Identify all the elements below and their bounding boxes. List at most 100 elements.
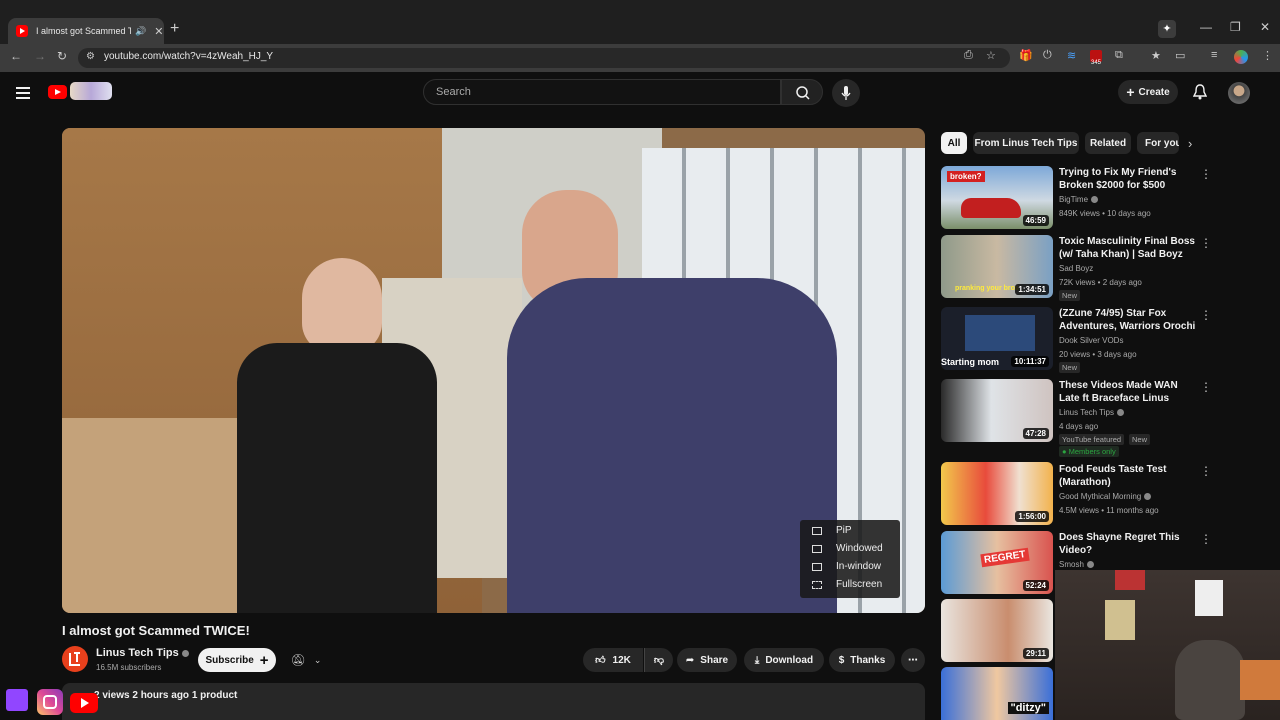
- chip-all[interactable]: All: [941, 132, 967, 154]
- share-button[interactable]: ➦ Share: [677, 648, 737, 672]
- tab-title: I almost got Scammed TWICE!: [36, 26, 131, 36]
- chip-from-channel[interactable]: From Linus Tech Tips: [973, 132, 1079, 154]
- media-control-icon[interactable]: ≡: [1211, 49, 1217, 61]
- pip-option[interactable]: PiP: [812, 525, 852, 536]
- search-input[interactable]: Search: [423, 79, 781, 105]
- dislike-button[interactable]: 👎︎: [644, 648, 673, 672]
- browser-menu-icon[interactable]: ⋮: [1262, 49, 1273, 62]
- rec-channel[interactable]: Dook Silver VODs: [1059, 336, 1123, 345]
- power-extension-icon[interactable]: ⏻: [1043, 49, 1052, 62]
- more-vertical-icon[interactable]: ⋮: [1200, 236, 1212, 250]
- audio-extension-icon[interactable]: ≋: [1067, 49, 1076, 62]
- download-button[interactable]: ⤓ Download: [744, 648, 824, 672]
- windowed-option[interactable]: Windowed: [812, 543, 883, 554]
- more-vertical-icon[interactable]: ⋮: [1200, 464, 1212, 478]
- bookmarks-icon[interactable]: ★: [1151, 49, 1161, 62]
- rec-title[interactable]: Food Feuds Taste Test (Marathon): [1059, 463, 1197, 489]
- reading-list-icon[interactable]: ▭: [1175, 49, 1185, 62]
- rec-title[interactable]: Trying to Fix My Friend's Broken $2000 f…: [1059, 166, 1197, 192]
- chip-related[interactable]: Related: [1085, 132, 1131, 154]
- subscribe-button[interactable]: Subscribe +: [198, 648, 276, 672]
- profile-icon[interactable]: [1234, 50, 1248, 64]
- rec-thumbnail[interactable]: REGRET 52:24: [941, 531, 1053, 594]
- more-vertical-icon[interactable]: ⋮: [1200, 532, 1212, 546]
- rec-title[interactable]: These Videos Made WAN Late ft Braceface …: [1059, 379, 1197, 405]
- rec-thumbnail[interactable]: "ditzy": [941, 667, 1053, 720]
- rec-title[interactable]: Toxic Masculinity Final Boss (w/ Taha Kh…: [1059, 235, 1197, 261]
- rec-thumbnail[interactable]: pranking your bros 1:34:51: [941, 235, 1053, 298]
- more-vertical-icon[interactable]: ⋮: [1200, 308, 1212, 322]
- pip-label: PiP: [836, 525, 852, 536]
- user-avatar[interactable]: [1228, 82, 1250, 104]
- video-frame-person-right: [507, 278, 837, 613]
- like-button[interactable]: 👍︎ 12K: [583, 648, 643, 672]
- reload-icon[interactable]: ↻: [57, 49, 67, 63]
- rec-meta: 4 days ago: [1059, 422, 1099, 431]
- bookmark-star-icon[interactable]: ☆: [986, 49, 996, 62]
- bell-off-icon: 🔕︎: [290, 653, 306, 667]
- restore-icon[interactable]: ❐: [1230, 20, 1241, 34]
- back-icon[interactable]: ←: [10, 49, 22, 63]
- search-button[interactable]: [781, 79, 823, 105]
- install-app-icon[interactable]: ⎙: [964, 49, 973, 62]
- twitch-icon: [6, 689, 28, 711]
- rec-channel[interactable]: BigTime: [1059, 195, 1099, 204]
- duration-badge: 1:34:51: [1015, 284, 1049, 295]
- gemini-icon[interactable]: ✦: [1158, 20, 1176, 38]
- browser-tab[interactable]: I almost got Scammed TWICE! 🔊 ✕: [8, 18, 164, 44]
- rec-channel[interactable]: Smosh: [1059, 560, 1094, 569]
- rec-title[interactable]: Does Shayne Regret This Video?: [1059, 531, 1197, 557]
- voice-search-button[interactable]: [832, 79, 860, 107]
- members-only-badge: ● Members only: [1059, 446, 1119, 457]
- url-text[interactable]: youtube.com/watch?v=4zWeah_HJ_Y: [104, 51, 273, 62]
- chevron-down-icon: ⌄: [313, 654, 322, 665]
- fullscreen-option[interactable]: Fullscreen: [812, 579, 882, 590]
- extensions-puzzle-icon[interactable]: ⧉: [1115, 49, 1123, 62]
- channel-avatar[interactable]: [62, 646, 88, 672]
- youtube-logo-icon[interactable]: [48, 85, 67, 99]
- video-title: I almost got Scammed TWICE!: [62, 623, 250, 638]
- browser-tab-bar: [0, 0, 1280, 44]
- webcam-person: [1240, 660, 1280, 700]
- thanks-button[interactable]: $ Thanks: [829, 648, 895, 672]
- notifications-bell-icon[interactable]: [1192, 84, 1208, 103]
- close-window-icon[interactable]: ✕: [1260, 20, 1270, 34]
- thumb-caption: broken?: [947, 171, 985, 182]
- rec-thumbnail[interactable]: 1:56:00: [941, 462, 1053, 525]
- chips-next-icon[interactable]: ›: [1188, 136, 1192, 151]
- description-box[interactable]: 2 views 2 hours ago 1 product: [62, 683, 925, 720]
- more-actions-button[interactable]: ⋯: [901, 648, 925, 672]
- extension-gift-icon[interactable]: 🎁: [1019, 49, 1033, 62]
- video-player[interactable]: [62, 128, 925, 613]
- rec-title[interactable]: (ZZune 74/95) Star Fox Adventures, Warri…: [1059, 307, 1197, 333]
- rec-thumbnail[interactable]: broken? 46:59: [941, 166, 1053, 229]
- rec-channel[interactable]: Good Mythical Morning: [1059, 492, 1152, 501]
- forward-icon[interactable]: →: [34, 49, 46, 63]
- fullscreen-label: Fullscreen: [836, 579, 883, 590]
- youtube-favicon-icon: [16, 25, 28, 37]
- windowed-label: Windowed: [836, 543, 883, 554]
- duration-badge: 52:24: [1022, 580, 1049, 591]
- chip-for-you[interactable]: For you: [1137, 132, 1179, 154]
- close-tab-icon[interactable]: ✕: [154, 25, 163, 38]
- rec-channel[interactable]: Linus Tech Tips: [1059, 408, 1124, 417]
- site-info-icon[interactable]: ⚙: [86, 51, 95, 62]
- create-button[interactable]: + Create: [1118, 80, 1178, 104]
- rec-thumbnail[interactable]: 29:11: [941, 599, 1053, 662]
- youtube-doodle-logo[interactable]: [70, 82, 112, 100]
- rec-thumbnail[interactable]: 47:28: [941, 379, 1053, 442]
- ltt-logo-icon: [69, 652, 80, 666]
- more-vertical-icon[interactable]: ⋮: [1200, 167, 1212, 181]
- menu-icon[interactable]: [16, 84, 30, 102]
- rec-channel[interactable]: Sad Boyz: [1059, 264, 1093, 273]
- more-vertical-icon[interactable]: ⋮: [1200, 380, 1212, 394]
- notification-settings-button[interactable]: 🔕︎ ⌄: [282, 648, 330, 672]
- rec-thumbnail[interactable]: Starting mom 10:11:37: [941, 307, 1053, 370]
- share-icon: ➦: [685, 654, 695, 666]
- new-tab-icon[interactable]: +: [170, 20, 179, 38]
- thumb-car: [961, 198, 1021, 218]
- in-window-option[interactable]: In-window: [812, 561, 881, 572]
- channel-name[interactable]: Linus Tech Tips: [96, 647, 189, 659]
- minimize-icon[interactable]: —: [1200, 20, 1212, 34]
- speaker-icon[interactable]: 🔊: [135, 26, 146, 37]
